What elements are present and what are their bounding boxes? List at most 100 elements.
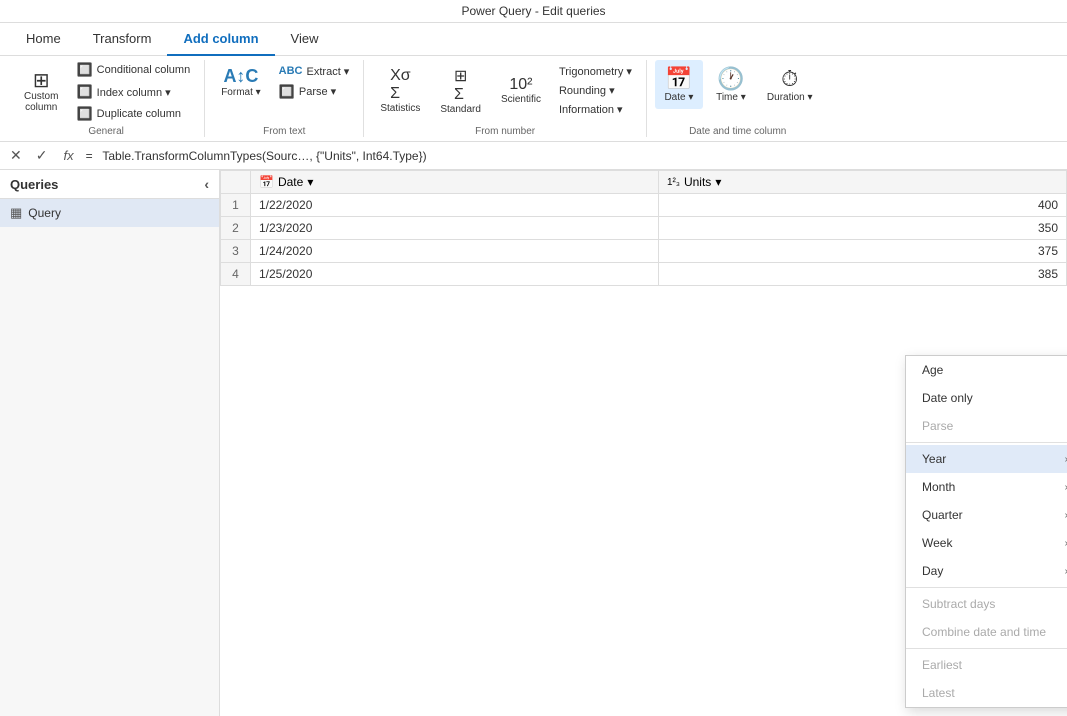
date-only-label: Date only (922, 391, 973, 405)
ribbon: ⊞ Customcolumn 🔲 Conditional column 🔲 In… (0, 56, 1067, 142)
ribbon-tabs: Home Transform Add column View (0, 23, 1067, 56)
latest-label: Latest (922, 686, 955, 700)
trig-label: Trigonometry ▾ (559, 65, 632, 78)
quarter-label: Quarter (922, 508, 963, 522)
menu-item-year[interactable]: Year › (906, 445, 1067, 473)
menu-item-date-only[interactable]: Date only (906, 384, 1067, 412)
separator-1 (906, 442, 1067, 443)
date-col-dropdown[interactable]: ▾ (307, 175, 313, 189)
format-label: Format ▾ (221, 87, 260, 98)
row-num-2: 2 (221, 217, 251, 240)
datetime-group-label: Date and time column (689, 124, 786, 137)
duration-label: Duration ▾ (767, 92, 813, 103)
menu-item-week[interactable]: Week › (906, 529, 1067, 557)
age-label: Age (922, 363, 943, 377)
date-button[interactable]: 📅 Date ▾ (655, 60, 703, 109)
units-col-dropdown[interactable]: ▾ (715, 175, 721, 189)
sidebar-item-query[interactable]: ▦ Query (0, 199, 219, 227)
menu-item-month[interactable]: Month › (906, 473, 1067, 501)
date-col-icon: 📅 (259, 175, 274, 189)
units-cell-2: 350 (659, 217, 1067, 240)
conditional-col-label: Conditional column (97, 64, 191, 76)
formula-confirm-btn[interactable]: ✓ (32, 145, 52, 166)
duration-button[interactable]: ⏱ Duration ▾ (759, 60, 821, 109)
from-number-group-label: From number (475, 124, 535, 137)
subtract-days-label: Subtract days (922, 597, 995, 611)
menu-item-parse: Parse (906, 412, 1067, 440)
parse-menu-label: Parse (922, 419, 953, 433)
custom-column-button[interactable]: ⊞ Customcolumn (16, 65, 66, 119)
menu-item-age[interactable]: Age (906, 356, 1067, 384)
menu-item-subtract-days: Subtract days (906, 590, 1067, 618)
standard-button[interactable]: ⊞Σ Standard (432, 60, 489, 121)
menu-item-quarter[interactable]: Quarter › (906, 501, 1067, 529)
dup-col-label: Duplicate column (97, 108, 181, 120)
index-column-button[interactable]: 🔲 Index column ▾ (70, 82, 196, 102)
month-label: Month (922, 480, 955, 494)
information-button[interactable]: Information ▾ (553, 101, 638, 118)
row-num-4: 4 (221, 263, 251, 286)
date-cell-2: 1/23/2020 (251, 217, 659, 240)
table-row: 1 1/22/2020 400 (221, 194, 1067, 217)
extract-button[interactable]: ABC Extract ▾ (273, 63, 356, 80)
duplicate-column-button[interactable]: 🔲 Duplicate column (70, 104, 196, 124)
separator-3 (906, 648, 1067, 649)
formula-input[interactable] (86, 149, 1061, 163)
sidebar-item-label: Query (28, 206, 61, 220)
ribbon-group-from-number: XσΣ Statistics ⊞Σ Standard 10² Scientifi… (364, 60, 647, 137)
tab-home[interactable]: Home (10, 23, 77, 56)
scientific-label: Scientific (501, 94, 541, 105)
date-dropdown-menu: Age Date only Parse Year › Month › Quart… (905, 355, 1067, 708)
datetime-buttons: 📅 Date ▾ 🕐 Time ▾ ⏱ Duration ▾ (655, 60, 821, 109)
ribbon-group-from-text: A↕C Format ▾ ABC Extract ▾ 🔲 Parse ▾ Fro… (205, 60, 364, 137)
date-label: Date ▾ (664, 92, 693, 103)
rounding-button[interactable]: Rounding ▾ (553, 82, 638, 99)
statistics-icon: XσΣ (390, 67, 411, 103)
date-column-header[interactable]: 📅 Date ▾ (251, 171, 659, 194)
date-cell-4: 1/25/2020 (251, 263, 659, 286)
statistics-button[interactable]: XσΣ Statistics (372, 61, 428, 120)
parse-label: Parse ▾ (299, 85, 336, 98)
parse-icon: 🔲 (279, 84, 295, 100)
query-icon: ▦ (10, 205, 22, 221)
combine-date-label: Combine date and time (922, 625, 1046, 639)
standard-icon: ⊞Σ (454, 66, 467, 104)
table-row: 2 1/23/2020 350 (221, 217, 1067, 240)
tab-add-column[interactable]: Add column (167, 23, 274, 56)
data-table: 📅 Date ▾ 1²₃ Units ▾ (220, 170, 1067, 286)
parse-button[interactable]: 🔲 Parse ▾ (273, 82, 356, 102)
sidebar-collapse-btn[interactable]: ‹ (204, 176, 209, 192)
menu-item-combine-date: Combine date and time (906, 618, 1067, 646)
title-text: Power Query - Edit queries (461, 4, 605, 18)
conditional-column-button[interactable]: 🔲 Conditional column (70, 60, 196, 80)
custom-column-icon: ⊞ (33, 71, 50, 91)
menu-item-day[interactable]: Day › (906, 557, 1067, 585)
format-button[interactable]: A↕C Format ▾ (213, 60, 268, 104)
ribbon-group-datetime: 📅 Date ▾ 🕐 Time ▾ ⏱ Duration ▾ Date and … (647, 60, 829, 137)
extract-label: Extract ▾ (307, 65, 350, 78)
ribbon-group-general: ⊞ Customcolumn 🔲 Conditional column 🔲 In… (8, 60, 205, 137)
table-row: 4 1/25/2020 385 (221, 263, 1067, 286)
table-row: 3 1/24/2020 375 (221, 240, 1067, 263)
dup-col-icon: 🔲 (76, 106, 92, 122)
separator-2 (906, 587, 1067, 588)
menu-item-latest: Latest (906, 679, 1067, 707)
units-column-header[interactable]: 1²₃ Units ▾ (659, 171, 1067, 194)
tab-transform[interactable]: Transform (77, 23, 168, 56)
menu-item-earliest: Earliest (906, 651, 1067, 679)
formula-cancel-btn[interactable]: ✕ (6, 145, 26, 166)
sidebar-title: Queries (10, 177, 58, 192)
format-icon: A↕C (223, 66, 258, 87)
formula-bar: ✕ ✓ fx (0, 142, 1067, 170)
date-cell-1: 1/22/2020 (251, 194, 659, 217)
row-num-3: 3 (221, 240, 251, 263)
trigonometry-button[interactable]: Trigonometry ▾ (553, 63, 638, 80)
time-button[interactable]: 🕐 Time ▾ (707, 60, 755, 109)
units-cell-1: 400 (659, 194, 1067, 217)
sidebar: Queries ‹ ▦ Query (0, 170, 220, 716)
scientific-button[interactable]: 10² Scientific (493, 70, 549, 111)
tab-view[interactable]: View (275, 23, 335, 56)
duration-icon: ⏱ (781, 66, 798, 92)
main-layout: Queries ‹ ▦ Query 📅 Date ▾ (0, 170, 1067, 716)
sidebar-header: Queries ‹ (0, 170, 219, 199)
